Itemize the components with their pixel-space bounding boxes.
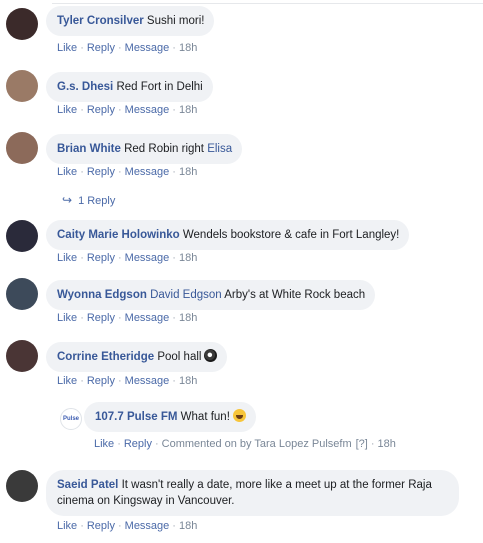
message-link[interactable]: Message — [125, 166, 170, 178]
comment-actions: Like · Reply · Message · 18h — [57, 252, 198, 264]
avatar[interactable] — [6, 470, 38, 502]
reply-link[interactable]: Reply — [87, 312, 115, 324]
comment-text: Pool hall — [157, 351, 202, 363]
reply-link[interactable]: Reply — [87, 104, 115, 116]
timestamp[interactable]: 18h — [179, 252, 197, 264]
avatar[interactable] — [6, 132, 38, 164]
timestamp[interactable]: 18h — [179, 166, 197, 178]
reply-link[interactable]: Reply — [87, 166, 115, 178]
reply-actions: Like · Reply · Commented on by Tara Lopez Pu… — [94, 438, 396, 450]
like-link[interactable]: Like — [57, 520, 77, 532]
comment-text: Red Robin right — [124, 143, 204, 155]
message-link[interactable]: Message — [125, 252, 170, 264]
timestamp[interactable]: 18h — [179, 375, 197, 387]
top-divider — [52, 3, 483, 4]
comment-bubble: Brian White Red Robin right Elisa — [46, 134, 243, 164]
comment-bubble: G.s. Dhesi Red Fort in Delhi — [46, 72, 213, 102]
reply-arrow-icon: ↪ — [62, 193, 73, 207]
like-link[interactable]: Like — [57, 375, 77, 387]
reply-link[interactable]: Reply — [87, 42, 115, 54]
reply-text: What fun! — [180, 411, 230, 423]
comment-bubble: Caity Marie Holowinko Wendels bookstore … — [46, 220, 410, 250]
comment-actions: Like · Reply · Message · 18h — [57, 375, 198, 387]
like-link[interactable]: Like — [57, 252, 77, 264]
comment-text: Sushi mori! — [146, 15, 205, 27]
comment-actions: Like · Reply · Message · 18h — [57, 104, 198, 116]
avatar[interactable] — [6, 278, 38, 310]
comment-bubble: Corrine Etheridge Pool hall — [46, 342, 228, 372]
message-link[interactable]: Message — [125, 312, 170, 324]
commenter-name[interactable]: Caity Marie Holowinko — [57, 229, 180, 241]
comment-actions: Like · Reply · Message · 18h — [57, 520, 198, 532]
reply-link[interactable]: Reply — [124, 438, 152, 450]
reply-link[interactable]: Reply — [87, 375, 115, 387]
comment-text: Arby's at White Rock beach — [224, 289, 366, 301]
like-link[interactable]: Like — [57, 42, 77, 54]
tagged-user[interactable]: Elisa — [207, 143, 232, 155]
reply-link[interactable]: Reply — [87, 252, 115, 264]
avatar[interactable] — [6, 8, 38, 40]
timestamp[interactable]: 18h — [179, 520, 197, 532]
avatar[interactable] — [6, 340, 38, 372]
like-link[interactable]: Like — [94, 438, 114, 450]
reply-link[interactable]: Reply — [87, 520, 115, 532]
commenter-name[interactable]: Brian White — [57, 143, 121, 155]
edit-marker: [?] — [355, 438, 368, 450]
commenter-name[interactable]: Tyler Cronsilver — [57, 15, 144, 27]
message-link[interactable]: Message — [125, 42, 170, 54]
comment-actions: Like · Reply · Message · 18h — [57, 166, 198, 178]
page-avatar[interactable]: Pulse — [60, 408, 82, 430]
commenter-name[interactable]: Corrine Etheridge — [57, 351, 154, 363]
message-link[interactable]: Message — [125, 104, 170, 116]
timestamp[interactable]: 18h — [378, 438, 396, 450]
commenter-name[interactable]: Saeid Patel — [57, 479, 118, 491]
comment-text: Wendels bookstore & cafe in Fort Langley… — [182, 229, 400, 241]
tagged-user[interactable]: David Edgson — [150, 289, 222, 301]
avatar[interactable] — [6, 220, 38, 252]
comment-actions: Like · Reply · Message · 18h — [57, 312, 198, 324]
like-link[interactable]: Like — [57, 104, 77, 116]
message-link[interactable]: Message — [125, 375, 170, 387]
message-link[interactable]: Message — [125, 520, 170, 532]
comment-bubble: Tyler Cronsilver Sushi mori! — [46, 6, 215, 36]
timestamp[interactable]: 18h — [179, 42, 197, 54]
commenter-name[interactable]: G.s. Dhesi — [57, 81, 113, 93]
comment-bubble: Wyonna Edgson David Edgson Arby's at Whi… — [46, 280, 376, 310]
like-link[interactable]: Like — [57, 166, 77, 178]
like-link[interactable]: Like — [57, 312, 77, 324]
comment-bubble: Saeid Patel It wasn't really a date, mor… — [46, 470, 459, 516]
commented-on-by[interactable]: Commented on by Tara Lopez Pulsefm — [162, 438, 352, 450]
page-name[interactable]: 107.7 Pulse FM — [95, 411, 177, 423]
pool-ball-icon — [204, 349, 218, 362]
timestamp[interactable]: 18h — [179, 312, 197, 324]
view-replies-link[interactable]: ↪ 1 Reply — [62, 193, 115, 207]
reply-bubble: 107.7 Pulse FM What fun! — [84, 402, 256, 432]
comment-text: Red Fort in Delhi — [116, 81, 203, 93]
timestamp[interactable]: 18h — [179, 104, 197, 116]
avatar[interactable] — [6, 70, 38, 102]
grinning-face-icon — [232, 409, 246, 422]
commenter-name[interactable]: Wyonna Edgson — [57, 289, 147, 301]
comment-actions: Like · Reply · Message · 18h — [57, 42, 198, 54]
